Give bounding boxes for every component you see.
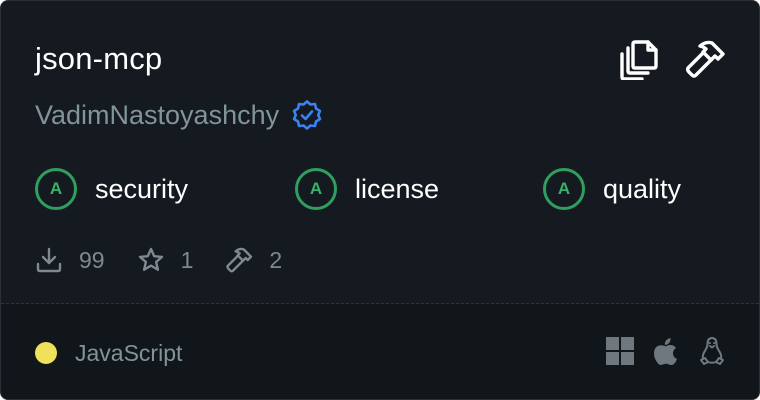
grade-quality[interactable]: A quality bbox=[543, 165, 681, 213]
grade-label: license bbox=[355, 174, 440, 204]
platforms bbox=[605, 336, 727, 366]
stars-stat: 1 bbox=[137, 245, 194, 275]
verified-badge-icon bbox=[292, 100, 322, 130]
language-name: JavaScript bbox=[75, 340, 183, 366]
language-color-dot bbox=[35, 342, 57, 364]
apple-icon bbox=[651, 336, 681, 366]
grade-security[interactable]: A security bbox=[35, 165, 188, 213]
author-name[interactable]: VadimNastoyashchy bbox=[35, 98, 279, 132]
hammer-icon bbox=[685, 40, 725, 78]
grade-badge: A bbox=[295, 168, 337, 210]
card-actions bbox=[617, 37, 727, 81]
hammer-icon bbox=[226, 247, 253, 273]
card-body: json-mcp VadimNastoyashchy A security A … bbox=[1, 1, 759, 303]
tools-stat: 2 bbox=[225, 245, 282, 275]
download-icon bbox=[36, 247, 62, 273]
grade-label: quality bbox=[603, 174, 682, 204]
stars-count: 1 bbox=[180, 247, 194, 273]
grades-row: A security A license A quality bbox=[35, 165, 735, 213]
copy-button[interactable] bbox=[617, 37, 661, 81]
copy-icon bbox=[620, 40, 658, 80]
star-icon bbox=[138, 247, 163, 271]
server-title[interactable]: json-mcp bbox=[35, 39, 162, 79]
downloads-stat: 99 bbox=[35, 245, 105, 275]
grade-label: security bbox=[95, 174, 189, 204]
tools-button[interactable] bbox=[683, 37, 727, 81]
server-card[interactable]: json-mcp VadimNastoyashchy A security A … bbox=[0, 0, 760, 400]
author-row: VadimNastoyashchy bbox=[35, 98, 323, 132]
linux-icon bbox=[697, 336, 727, 366]
grade-license[interactable]: A license bbox=[295, 165, 439, 213]
tools-count: 2 bbox=[269, 247, 283, 273]
stats-row: 99 1 2 bbox=[35, 243, 314, 277]
card-footer: JavaScript bbox=[1, 304, 759, 399]
language-info: JavaScript bbox=[35, 338, 182, 368]
downloads-count: 99 bbox=[79, 247, 105, 273]
grade-badge: A bbox=[35, 168, 77, 210]
windows-icon bbox=[605, 336, 635, 366]
grade-badge: A bbox=[543, 168, 585, 210]
